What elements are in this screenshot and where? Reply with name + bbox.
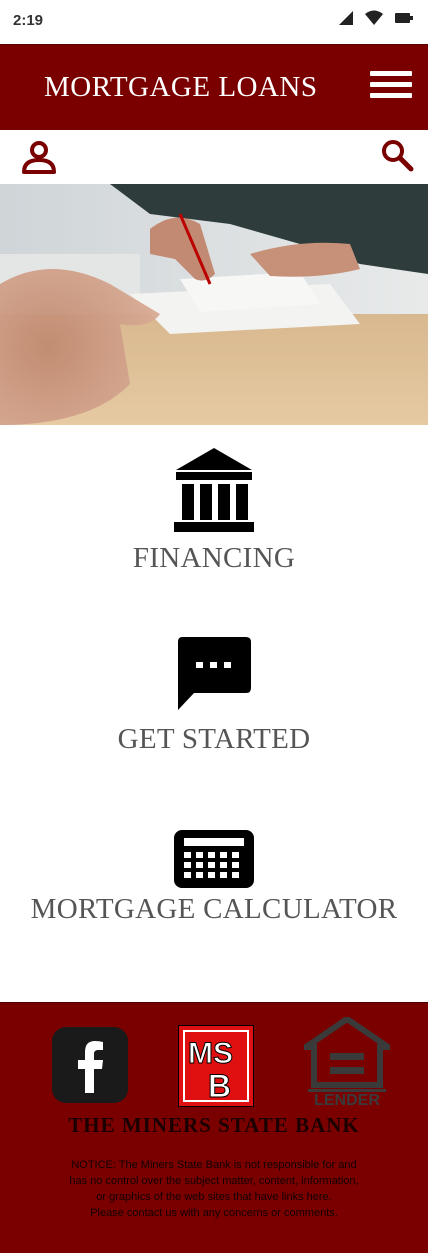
financing-link[interactable]: FINANCING bbox=[0, 446, 428, 575]
bank-name: THE MINERS STATE BANK bbox=[68, 1113, 360, 1137]
hero-image bbox=[0, 184, 428, 425]
chat-bubble-icon bbox=[178, 637, 251, 710]
wifi-icon bbox=[365, 10, 383, 25]
page-title: MORTGAGE LOANS bbox=[44, 71, 318, 103]
app-header: MORTGAGE LOANS bbox=[0, 44, 428, 130]
get-started-link[interactable]: GET STARTED bbox=[0, 636, 428, 756]
bank-icon bbox=[174, 448, 254, 532]
legal-notice: NOTICE: The Miners State Bank is not res… bbox=[69, 1159, 359, 1219]
msb-logo-letters: MS bbox=[188, 1037, 233, 1070]
hero-photo bbox=[0, 184, 428, 425]
mortgage-calculator-link[interactable]: MORTGAGE CALCULATOR bbox=[0, 830, 428, 926]
utility-bar bbox=[0, 130, 428, 184]
menu-icon bbox=[370, 71, 412, 76]
footer: MS B LENDER THE MINERS STATE BANK NOTICE… bbox=[0, 1002, 428, 1253]
cell-signal-icon bbox=[339, 11, 353, 25]
search-icon[interactable] bbox=[380, 138, 414, 172]
status-icons bbox=[338, 10, 414, 26]
msb-logo: MS B bbox=[178, 1025, 254, 1107]
financing-label: FINANCING bbox=[132, 542, 296, 574]
calculator-icon bbox=[174, 830, 254, 888]
equal-housing-lender-icon: LENDER bbox=[304, 1017, 390, 1107]
status-bar: 2:19 bbox=[0, 0, 428, 44]
get-started-label: GET STARTED bbox=[117, 723, 311, 755]
status-time: 2:19 bbox=[13, 12, 44, 29]
menu-button[interactable] bbox=[370, 71, 412, 103]
mortgage-calculator-label: MORTGAGE CALCULATOR bbox=[30, 893, 398, 925]
account-icon[interactable] bbox=[20, 138, 58, 176]
battery-icon bbox=[395, 13, 413, 23]
ehl-label: LENDER bbox=[314, 1092, 380, 1107]
svg-text:B: B bbox=[208, 1068, 231, 1104]
facebook-icon[interactable] bbox=[52, 1027, 128, 1103]
